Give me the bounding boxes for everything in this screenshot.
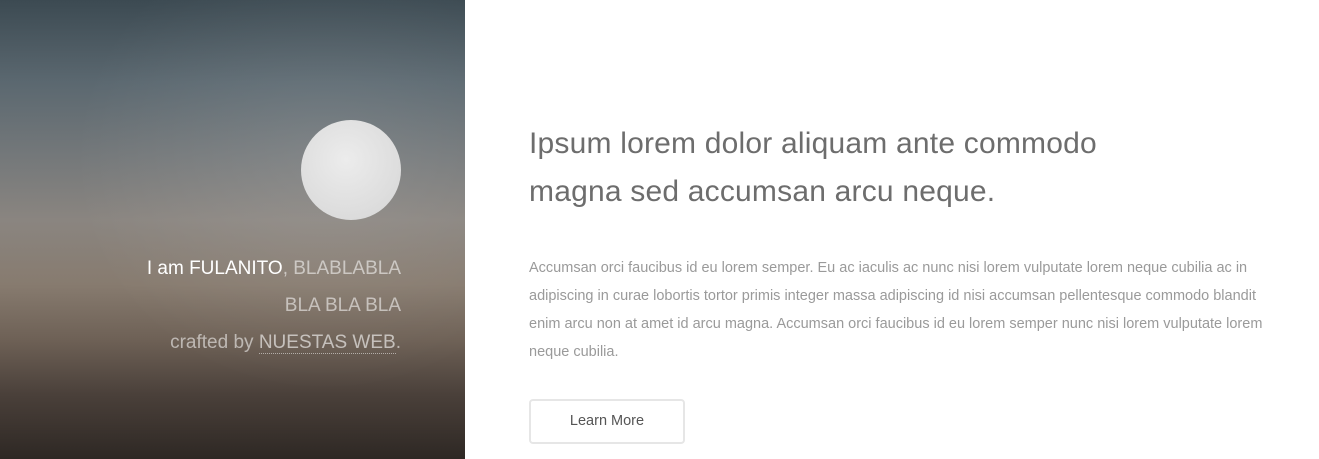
- crafted-by-label: crafted by: [170, 332, 259, 353]
- body-paragraph: Accumsan orci faucibus id eu lorem sempe…: [529, 260, 1263, 360]
- page-title: Ipsum lorem dolor aliquam ante commodo m…: [529, 120, 1269, 216]
- crafted-by-link[interactable]: NUESTAS WEB: [258, 332, 396, 354]
- intro-text: I am FULANITO, BLABLABLA BLA BLA BLA cra…: [21, 250, 401, 361]
- intro-tagline: BLABLABLA: [293, 258, 401, 279]
- intro-line-2: BLA BLA BLA: [284, 295, 401, 316]
- intro-line-3: crafted by NUESTAS WEB.: [21, 324, 401, 361]
- main-content: Ipsum lorem dolor aliquam ante commodo m…: [529, 120, 1269, 444]
- sidebar-banner: I am FULANITO, BLABLABLA BLA BLA BLA cra…: [0, 0, 465, 459]
- intro-name: FULANITO: [189, 258, 283, 279]
- intro-separator: ,: [282, 258, 294, 279]
- learn-more-button[interactable]: Learn More: [529, 399, 685, 444]
- title-line-2: magna sed accumsan arcu neque.: [529, 175, 996, 208]
- intro-prefix: I am: [146, 258, 190, 279]
- intro-period: .: [395, 332, 401, 353]
- intro-line-1: I am FULANITO, BLABLABLA: [21, 250, 401, 287]
- title-line-1: Ipsum lorem dolor aliquam ante commodo: [529, 127, 1097, 160]
- avatar: [301, 120, 401, 220]
